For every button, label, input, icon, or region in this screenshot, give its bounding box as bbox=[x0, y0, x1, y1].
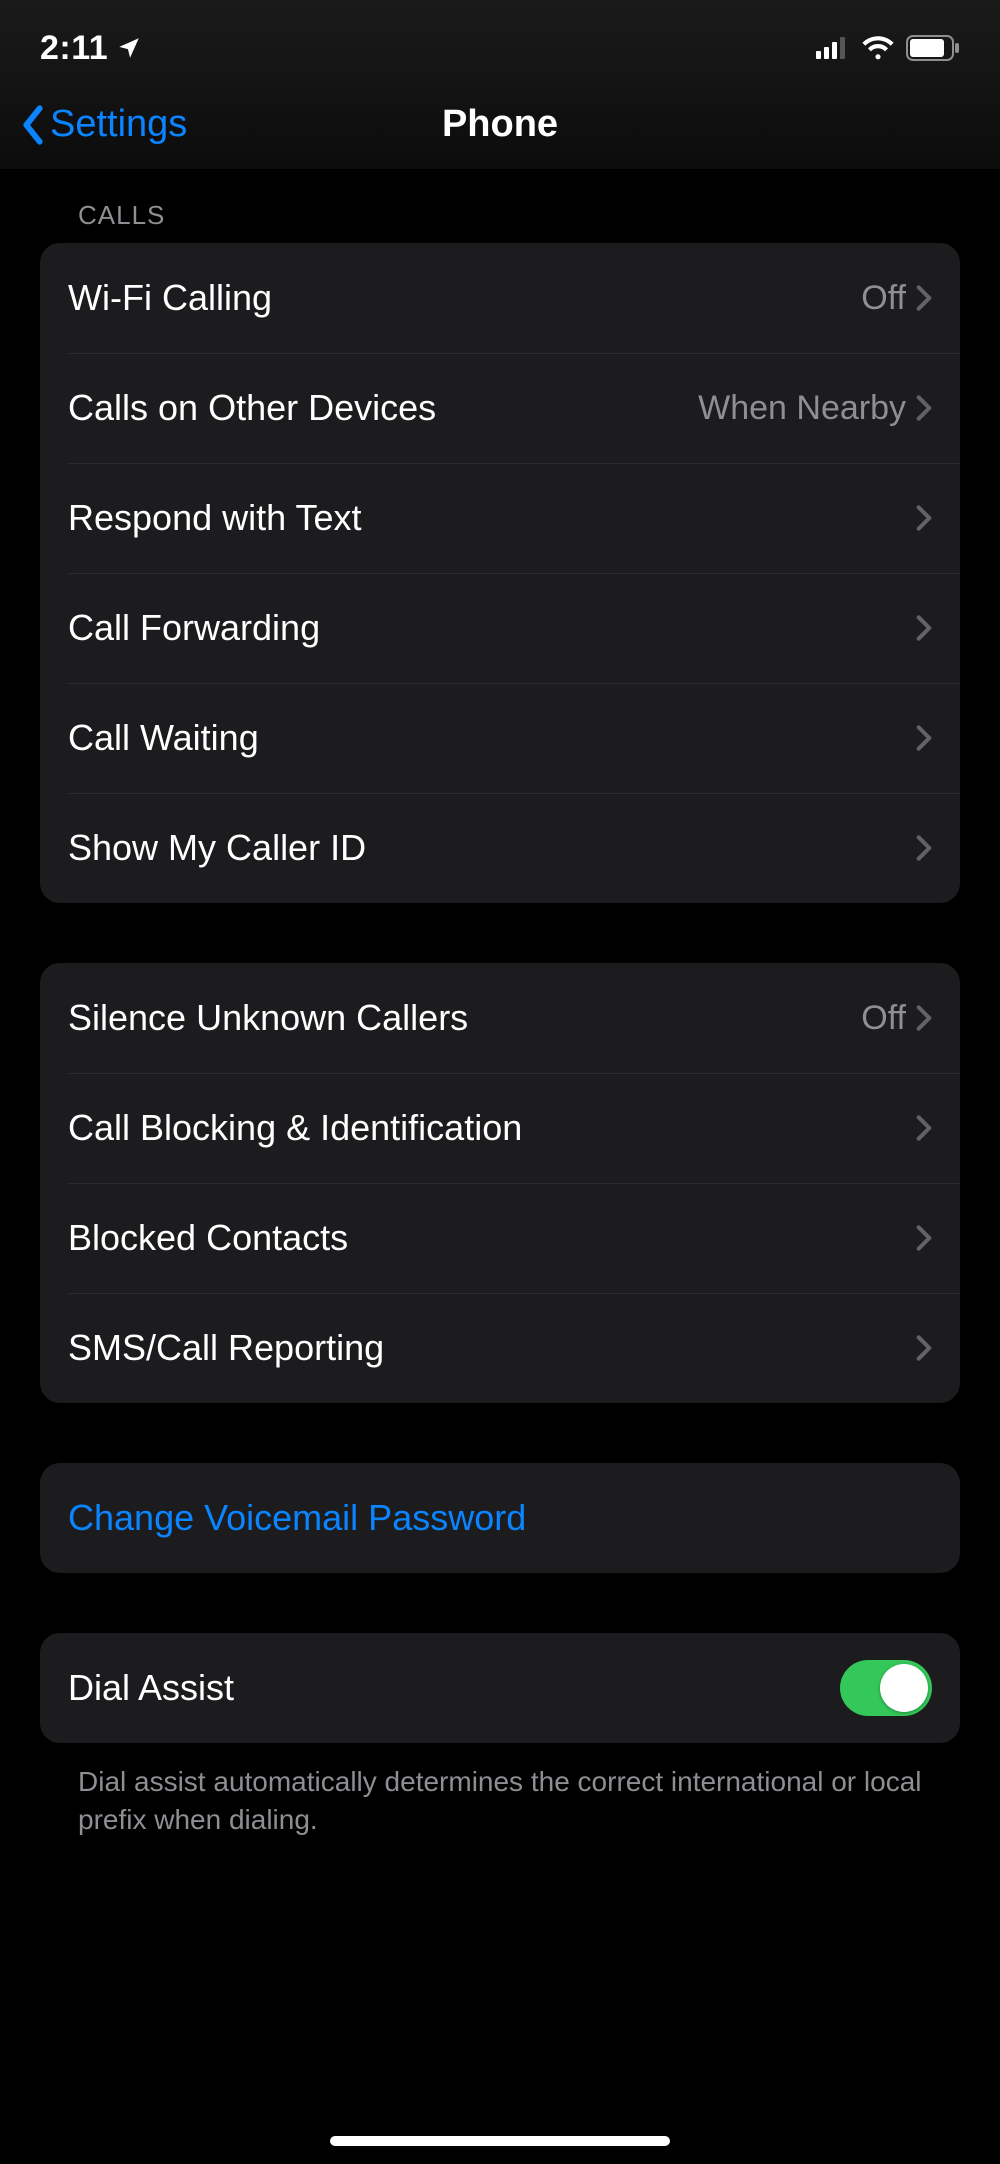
row-label: SMS/Call Reporting bbox=[68, 1327, 916, 1369]
row-show-caller-id[interactable]: Show My Caller ID bbox=[40, 793, 960, 903]
battery-icon bbox=[906, 35, 960, 61]
group-dial-assist: Dial Assist bbox=[40, 1633, 960, 1743]
section-header-calls: CALLS bbox=[0, 170, 1000, 243]
row-call-forwarding[interactable]: Call Forwarding bbox=[40, 573, 960, 683]
group-voicemail: Change Voicemail Password bbox=[40, 1463, 960, 1573]
back-label: Settings bbox=[50, 103, 187, 146]
page-title: Phone bbox=[442, 103, 558, 146]
chevron-right-icon bbox=[916, 504, 932, 532]
row-label: Blocked Contacts bbox=[68, 1217, 916, 1259]
row-label: Show My Caller ID bbox=[68, 827, 916, 869]
row-detail: Off bbox=[861, 999, 906, 1038]
wifi-icon bbox=[862, 36, 894, 60]
chevron-right-icon bbox=[916, 1224, 932, 1252]
dial-assist-description: Dial assist automatically determines the… bbox=[0, 1763, 1000, 1879]
chevron-right-icon bbox=[916, 834, 932, 862]
row-call-blocking-id[interactable]: Call Blocking & Identification bbox=[40, 1073, 960, 1183]
status-left: 2:11 bbox=[40, 29, 142, 68]
toggle-knob bbox=[880, 1664, 928, 1712]
row-call-waiting[interactable]: Call Waiting bbox=[40, 683, 960, 793]
row-calls-other-devices[interactable]: Calls on Other Devices When Nearby bbox=[40, 353, 960, 463]
row-detail: When Nearby bbox=[698, 389, 906, 428]
row-dial-assist: Dial Assist bbox=[40, 1633, 960, 1743]
home-indicator bbox=[330, 2136, 670, 2146]
row-wifi-calling[interactable]: Wi-Fi Calling Off bbox=[40, 243, 960, 353]
chevron-right-icon bbox=[916, 724, 932, 752]
status-bar: 2:11 bbox=[0, 0, 1000, 80]
group-silence-blocking: Silence Unknown Callers Off Call Blockin… bbox=[40, 963, 960, 1403]
chevron-right-icon bbox=[916, 614, 932, 642]
chevron-left-icon bbox=[20, 105, 46, 145]
status-right bbox=[816, 35, 960, 61]
row-label: Dial Assist bbox=[68, 1667, 840, 1709]
row-label: Call Blocking & Identification bbox=[68, 1107, 916, 1149]
chevron-right-icon bbox=[916, 394, 932, 422]
row-silence-unknown[interactable]: Silence Unknown Callers Off bbox=[40, 963, 960, 1073]
chevron-right-icon bbox=[916, 1004, 932, 1032]
dial-assist-toggle[interactable] bbox=[840, 1660, 932, 1716]
row-change-voicemail-password[interactable]: Change Voicemail Password bbox=[40, 1463, 960, 1573]
chevron-right-icon bbox=[916, 1114, 932, 1142]
row-detail: Off bbox=[861, 279, 906, 318]
row-label: Call Waiting bbox=[68, 717, 916, 759]
back-button[interactable]: Settings bbox=[20, 80, 187, 169]
group-calls: Wi-Fi Calling Off Calls on Other Devices… bbox=[40, 243, 960, 903]
row-label: Change Voicemail Password bbox=[68, 1497, 932, 1539]
row-sms-call-reporting[interactable]: SMS/Call Reporting bbox=[40, 1293, 960, 1403]
row-label: Silence Unknown Callers bbox=[68, 997, 861, 1039]
cellular-icon bbox=[816, 37, 850, 59]
chevron-right-icon bbox=[916, 1334, 932, 1362]
row-label: Respond with Text bbox=[68, 497, 916, 539]
row-blocked-contacts[interactable]: Blocked Contacts bbox=[40, 1183, 960, 1293]
nav-bar: Settings Phone bbox=[0, 80, 1000, 170]
row-label: Calls on Other Devices bbox=[68, 387, 698, 429]
location-icon bbox=[116, 35, 142, 61]
row-respond-with-text[interactable]: Respond with Text bbox=[40, 463, 960, 573]
row-label: Wi-Fi Calling bbox=[68, 277, 861, 319]
chevron-right-icon bbox=[916, 284, 932, 312]
row-label: Call Forwarding bbox=[68, 607, 916, 649]
status-time: 2:11 bbox=[40, 29, 108, 68]
